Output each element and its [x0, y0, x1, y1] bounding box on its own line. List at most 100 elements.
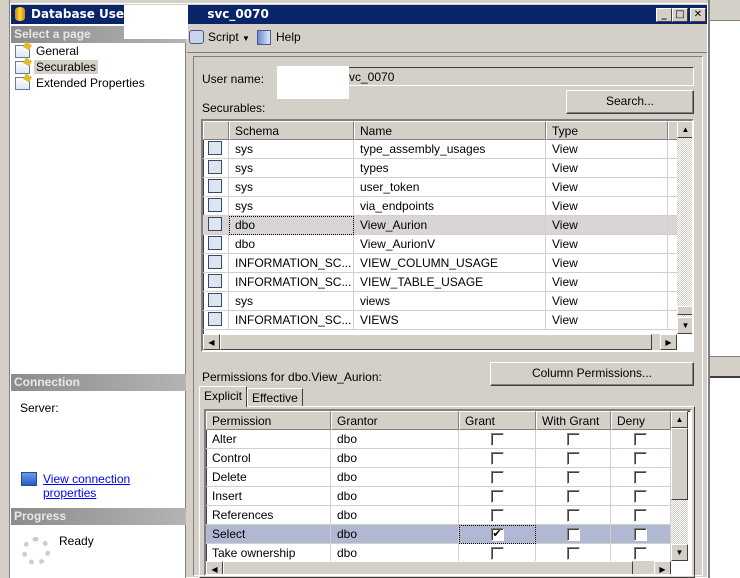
permission-row[interactable]: References dbo	[206, 506, 671, 525]
deny-checkbox[interactable]	[634, 490, 647, 503]
left-panel: Select a page General Securables Extende…	[11, 24, 186, 578]
with-grant-checkbox[interactable]	[566, 471, 580, 484]
with-grant-checkbox[interactable]	[566, 433, 580, 446]
securable-row[interactable]: INFORMATION_SC... VIEW_TABLE_USAGE View	[203, 273, 681, 292]
grant-checkbox[interactable]	[490, 452, 504, 465]
deny-checkbox[interactable]	[634, 528, 647, 541]
tab-explicit[interactable]: Explicit	[199, 386, 248, 407]
scroll-down-icon[interactable]: ▼	[671, 544, 688, 561]
permission-cell: References	[206, 506, 331, 525]
maximize-button[interactable]: □	[672, 8, 688, 22]
permission-row[interactable]: Select dbo ✔	[206, 525, 671, 544]
grantor-cell: dbo	[331, 487, 459, 506]
name-cell: types	[354, 159, 546, 178]
scroll-left-icon[interactable]: ◀	[203, 334, 220, 350]
user-name-label: User name:	[202, 72, 265, 86]
page-securables[interactable]: Securables	[15, 60, 99, 75]
column-deny[interactable]: Deny	[611, 411, 671, 430]
search-button[interactable]: Search...	[566, 90, 694, 114]
permissions-label: Permissions for dbo.View_Aurion:	[202, 370, 382, 384]
scroll-right-icon[interactable]: ▶	[660, 334, 677, 350]
scroll-right-icon[interactable]: ▶	[654, 561, 671, 574]
permission-row[interactable]: Insert dbo	[206, 487, 671, 506]
with-grant-checkbox[interactable]	[566, 528, 580, 541]
schema-cell: sys	[229, 197, 354, 216]
title-bar[interactable]: Database User - svc_0070 _ □ ✕	[11, 5, 707, 24]
scroll-up-icon[interactable]: ▲	[671, 411, 688, 428]
grantor-cell: dbo	[331, 525, 459, 544]
script-button[interactable]: Script ▼	[189, 30, 250, 44]
permission-cell: Select	[206, 525, 331, 544]
deny-checkbox[interactable]	[634, 547, 647, 560]
column-permissions-button[interactable]: Column Permissions...	[490, 362, 694, 386]
name-cell: type_assembly_usages	[354, 140, 546, 159]
with-grant-checkbox[interactable]	[566, 509, 580, 522]
background-left	[0, 0, 10, 578]
column-grantor[interactable]: Grantor	[331, 411, 459, 430]
grant-checkbox[interactable]	[490, 433, 504, 446]
permission-row[interactable]: Control dbo	[206, 449, 671, 468]
grant-checkbox[interactable]	[490, 509, 504, 522]
deny-checkbox[interactable]	[634, 452, 647, 465]
scroll-up-icon[interactable]: ▲	[677, 121, 692, 138]
name-cell: View_Aurion	[354, 216, 546, 235]
schema-cell: sys	[229, 178, 354, 197]
deny-checkbox[interactable]	[634, 433, 647, 446]
schema-cell: INFORMATION_SC...	[229, 254, 354, 273]
securable-row[interactable]: dbo View_AurionV View	[203, 235, 681, 254]
securable-row[interactable]: INFORMATION_SC... VIEW_COLUMN_USAGE View	[203, 254, 681, 273]
page-general[interactable]: General	[15, 44, 81, 59]
grant-checkbox[interactable]: ✔	[490, 528, 504, 541]
securable-row[interactable]: dbo View_Aurion View	[203, 216, 681, 235]
with-grant-checkbox[interactable]	[566, 490, 580, 503]
permissions-vertical-scrollbar[interactable]: ▲ ▼	[671, 411, 688, 561]
column-permission[interactable]: Permission	[206, 411, 331, 430]
deny-checkbox[interactable]	[634, 471, 647, 484]
permissions-header: Permission Grantor Grant With Grant Deny	[206, 411, 671, 430]
type-cell: View	[546, 140, 668, 159]
grant-checkbox[interactable]	[490, 547, 504, 560]
with-grant-checkbox[interactable]	[566, 547, 580, 560]
column-grant[interactable]: Grant	[459, 411, 536, 430]
view-icon	[208, 236, 222, 250]
scroll-down-icon[interactable]: ▼	[677, 317, 692, 334]
grant-checkbox[interactable]	[490, 471, 504, 484]
securable-row[interactable]: INFORMATION_SC... VIEWS View	[203, 311, 681, 330]
view-icon	[208, 141, 222, 155]
securables-vertical-scrollbar[interactable]: ▲ ▼	[677, 121, 692, 334]
securable-row[interactable]: sys type_assembly_usages View	[203, 140, 681, 159]
column-with-grant[interactable]: With Grant	[536, 411, 611, 430]
grantor-cell: dbo	[331, 430, 459, 449]
permissions-horizontal-scrollbar[interactable]: ◀ ▶	[206, 561, 671, 574]
script-icon	[189, 30, 204, 44]
help-button[interactable]: Help	[257, 30, 301, 45]
grant-checkbox[interactable]	[490, 490, 504, 503]
view-connection-properties-link[interactable]: View connection properties	[43, 472, 185, 500]
deny-checkbox[interactable]	[634, 509, 647, 522]
permission-row[interactable]: Delete dbo	[206, 468, 671, 487]
page-extended-properties[interactable]: Extended Properties	[15, 76, 147, 91]
progress-header: Progress	[11, 508, 186, 525]
column-name[interactable]: Name	[354, 121, 546, 140]
column-type[interactable]: Type	[546, 121, 668, 140]
securable-row[interactable]: sys types View	[203, 159, 681, 178]
page-icon	[15, 61, 30, 74]
schema-cell: sys	[229, 140, 354, 159]
view-icon	[208, 312, 222, 326]
securable-row[interactable]: sys user_token View	[203, 178, 681, 197]
securable-row[interactable]: sys views View	[203, 292, 681, 311]
securables-horizontal-scrollbar[interactable]: ◀ ▶	[203, 334, 677, 350]
redaction-box	[124, 5, 188, 39]
view-icon	[208, 160, 222, 174]
column-schema[interactable]: Schema	[229, 121, 354, 140]
schema-cell: sys	[229, 159, 354, 178]
with-grant-checkbox[interactable]	[566, 452, 580, 465]
scroll-left-icon[interactable]: ◀	[206, 561, 223, 574]
close-button[interactable]: ✕	[690, 8, 706, 22]
permission-row[interactable]: Alter dbo	[206, 430, 671, 449]
minimize-button[interactable]: _	[656, 8, 672, 22]
server-label: Server:	[20, 401, 59, 415]
securable-row[interactable]: sys via_endpoints View	[203, 197, 681, 216]
tab-effective[interactable]: Effective	[247, 388, 303, 407]
database-user-dialog: Database User - svc_0070 _ □ ✕ Select a …	[10, 3, 708, 578]
